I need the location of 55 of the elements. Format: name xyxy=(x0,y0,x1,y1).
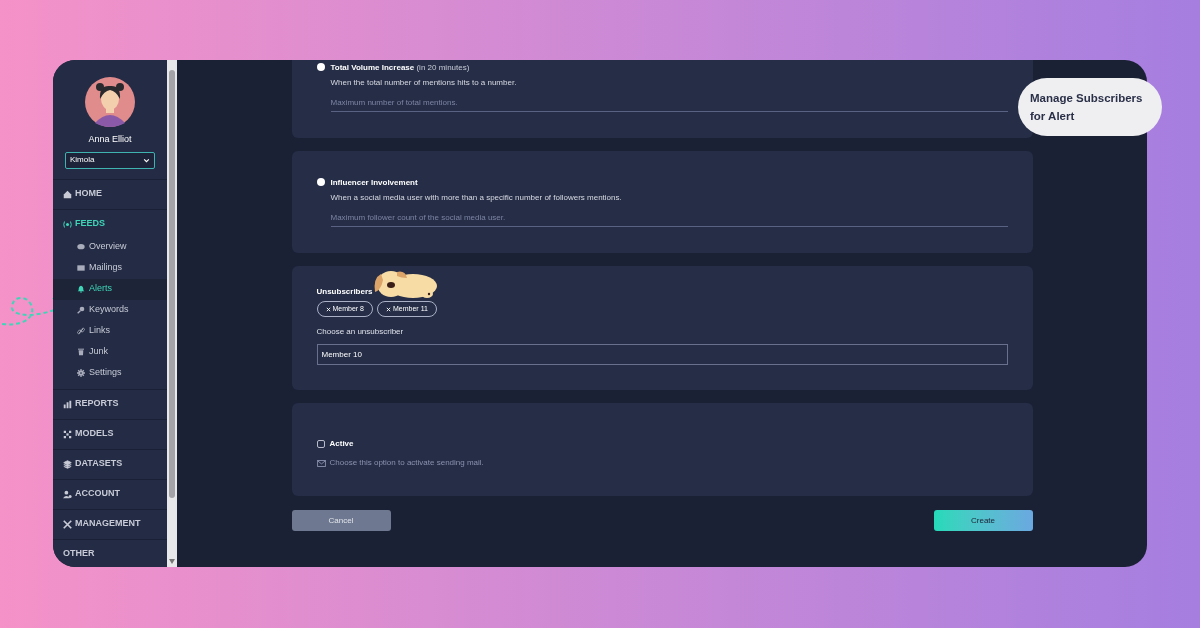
option-description: When a social media user with more than a specific number of followers mentions. xyxy=(330,192,623,204)
nav-item[interactable]: REPORTS xyxy=(53,397,167,411)
checkbox-label: Active xyxy=(329,438,354,450)
section-title: Unsubscribers xyxy=(316,286,373,298)
workspace-select[interactable]: Kimola xyxy=(65,151,155,169)
hint-text: Choose this option to activate sending mail. xyxy=(329,457,484,469)
remove-icon xyxy=(386,306,391,312)
tools-icon xyxy=(63,519,72,529)
envelope-icon xyxy=(77,264,85,272)
chat-icon xyxy=(77,243,85,251)
remove-icon xyxy=(325,306,331,312)
input-field[interactable]: Member 10 xyxy=(316,344,1008,365)
key-icon xyxy=(77,306,85,314)
user-gear-icon xyxy=(63,489,72,499)
field-label: Choose an unsubscriber xyxy=(316,326,405,338)
nav-subitem[interactable]: Alerts xyxy=(53,278,167,300)
nav-item[interactable]: MODELS xyxy=(53,427,167,441)
radio-button[interactable] xyxy=(316,63,325,71)
bell-icon xyxy=(77,285,85,293)
nav-item[interactable]: DATASETS xyxy=(53,457,167,471)
checkbox[interactable] xyxy=(316,440,325,448)
create-button[interactable]: Create xyxy=(933,510,1033,531)
radio-button[interactable] xyxy=(316,178,325,186)
input-field[interactable]: Maximum follower count of the social media user. xyxy=(330,212,1008,227)
gear-icon xyxy=(77,369,85,377)
nav-item[interactable]: MANAGEMENT xyxy=(53,517,167,531)
trash-icon xyxy=(77,348,85,356)
chevron-icon xyxy=(143,156,150,164)
avatar xyxy=(85,77,135,127)
nav-subitem[interactable]: Keywords xyxy=(53,299,167,321)
option-title: Total Volume Increase (in 20 minutes) xyxy=(330,62,471,74)
nav-item[interactable]: FEEDS xyxy=(53,217,167,231)
grid-icon xyxy=(63,429,72,439)
callout-bubble: Manage Subscribers for Alert xyxy=(1018,78,1162,136)
scrollbar[interactable] xyxy=(167,60,177,567)
option-title: Influencer Involvement xyxy=(330,177,419,189)
bar-chart-icon xyxy=(63,399,72,409)
option-description: When the total number of mentions hits to a number. xyxy=(330,77,518,89)
broadcast-icon xyxy=(63,219,72,229)
input-field[interactable]: Maximum number of total mentions. xyxy=(330,97,1008,112)
nav-item[interactable]: ACCOUNT xyxy=(53,487,167,501)
nav-subitem[interactable]: Links xyxy=(53,320,167,342)
home-icon xyxy=(63,189,72,199)
layers-icon xyxy=(63,459,72,469)
link-icon xyxy=(77,327,85,335)
scroll-down-arrow-icon[interactable] xyxy=(169,559,175,564)
nav-subitem[interactable]: Settings xyxy=(53,362,167,384)
nav-item[interactable]: HOME xyxy=(53,187,167,201)
nav-subitem[interactable]: Junk xyxy=(53,341,167,363)
user-name: Anna Elliot xyxy=(88,133,132,146)
envelope-icon xyxy=(316,458,326,468)
nav-item[interactable]: OTHER xyxy=(53,547,167,561)
cancel-button[interactable]: Cancel xyxy=(291,510,391,531)
nav-subitem[interactable]: Overview xyxy=(53,236,167,258)
nav-subitem[interactable]: Mailings xyxy=(53,257,167,279)
